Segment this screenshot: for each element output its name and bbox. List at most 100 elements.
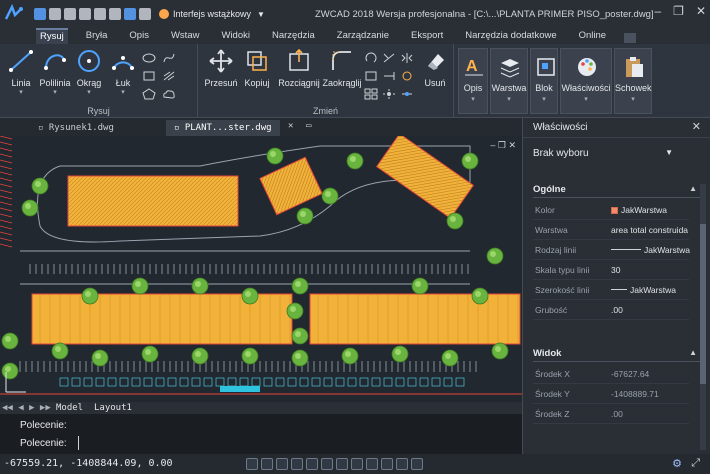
tab-rysunek1[interactable]: ▫ Rysunek1.dwg (30, 120, 122, 136)
revision-cloud-icon[interactable] (162, 88, 176, 100)
snap-toggle-icon[interactable] (246, 458, 258, 470)
close-icon[interactable]: ✕ (692, 120, 701, 133)
property-key: Szerokość linii (535, 285, 590, 295)
extend-icon[interactable] (382, 70, 396, 82)
chevron-down-icon: ▾ (507, 96, 511, 103)
transparency-toggle-icon[interactable] (366, 458, 378, 470)
trim-icon[interactable] (382, 52, 396, 64)
annotation-panel-button[interactable]: A Opis ▾ (458, 48, 488, 114)
property-row-linetype-scale[interactable]: Skala typu linii 30 (533, 260, 689, 280)
workspace-label: Interfejs wstążkowy (173, 9, 252, 19)
tree-highlight (295, 281, 301, 287)
tab-model[interactable]: Model (56, 402, 83, 414)
tree-highlight (325, 191, 331, 197)
tab-bryla[interactable]: Bryła (82, 28, 112, 44)
line-button[interactable]: Linia ▾ (4, 48, 38, 96)
otrack-toggle-icon[interactable] (321, 458, 333, 470)
polygon-icon[interactable] (142, 88, 156, 100)
lineweight-toggle-icon[interactable] (351, 458, 363, 470)
block-panel-button[interactable]: Blok ▾ (530, 48, 558, 114)
workspace-selector[interactable]: Interfejs wstążkowy ▼ (159, 9, 265, 19)
array-icon[interactable] (364, 88, 378, 100)
tree-highlight (245, 351, 251, 357)
tab-planta[interactable]: ▫ PLANT...ster.dwg (166, 120, 280, 136)
mirror-icon[interactable] (400, 52, 414, 64)
join-icon[interactable] (400, 88, 414, 100)
property-key: Warstwa (535, 225, 568, 235)
selection-cycling-icon[interactable] (381, 458, 393, 470)
scrollbar-thumb[interactable] (700, 224, 706, 384)
clipboard-label: Schowek (615, 83, 652, 93)
arc-button[interactable]: Łuk ▾ (106, 48, 140, 96)
property-row-color[interactable]: Kolor JakWarstwa (533, 200, 689, 220)
erase-button[interactable]: Usuń (418, 48, 452, 88)
layout-navigation[interactable]: ◀◀ ◀ ▶ ▶▶ (2, 402, 51, 414)
minimize-button[interactable]: – (654, 4, 661, 18)
drawing-canvas[interactable]: – ❐ ✕ (0, 136, 522, 402)
stretch-button[interactable]: Rozciągnij (278, 48, 320, 88)
undo-icon[interactable] (124, 8, 136, 20)
tab-eksport[interactable]: Eksport (407, 28, 447, 44)
property-row-thickness[interactable]: Grubość .00 (533, 300, 689, 320)
property-row-lineweight[interactable]: Szerokość linii JakWarstwa (533, 280, 689, 300)
fillet-button[interactable]: Zaokrąglij (322, 48, 362, 88)
grid-toggle-icon[interactable] (261, 458, 273, 470)
circle-button[interactable]: Okrąg ▾ (72, 48, 106, 96)
property-row-center-x[interactable]: Środek X -67627.64 (533, 364, 689, 384)
general-section-header[interactable]: Ogólne ▲ (533, 184, 703, 198)
offset-icon[interactable] (400, 70, 414, 82)
hatch-icon[interactable] (162, 70, 176, 82)
tab-online[interactable]: Online (575, 28, 610, 44)
property-row-center-z[interactable]: Środek Z .00 (533, 404, 689, 424)
spline-icon[interactable] (162, 52, 176, 64)
save-icon[interactable] (64, 8, 76, 20)
ortho-toggle-icon[interactable] (276, 458, 288, 470)
ribbon-toggle-button[interactable] (624, 32, 637, 43)
tab-layout1[interactable]: Layout1 (94, 402, 132, 414)
bottom-detail (131, 377, 141, 387)
tab-opis[interactable]: Opis (125, 28, 153, 44)
property-row-linetype[interactable]: Rodzaj linii JakWarstwa (533, 240, 690, 260)
properties-panel-button[interactable]: Właściwości ▾ (560, 48, 612, 114)
app-logo-icon[interactable] (0, 0, 28, 28)
scale-icon[interactable] (364, 70, 378, 82)
tab-wstaw[interactable]: Wstaw (167, 28, 204, 44)
viewport-controls[interactable]: – ❐ ✕ (490, 140, 516, 151)
save-as-icon[interactable] (79, 8, 91, 20)
rectangle-icon[interactable] (142, 70, 156, 82)
polyline-button[interactable]: Polilinia ▾ (38, 48, 72, 96)
tab-zarzadzanie[interactable]: Zarządzanie (333, 28, 393, 44)
new-tab-button[interactable]: ▭ (298, 118, 319, 134)
tab-rysuj[interactable]: Rysuj (36, 28, 68, 44)
model-space-icon[interactable] (411, 458, 423, 470)
osnap-toggle-icon[interactable] (306, 458, 318, 470)
plot-icon[interactable] (109, 8, 121, 20)
layer-panel-button[interactable]: Warstwa ▾ (490, 48, 528, 114)
fullscreen-icon[interactable]: ⤢ (691, 457, 700, 470)
selection-dropdown[interactable]: Brak wyboru ▼ (533, 148, 673, 162)
explode-icon[interactable] (382, 88, 396, 100)
tab-narzedzia-dodatkowe[interactable]: Narzędzia dodatkowe (461, 28, 560, 44)
command-input[interactable] (78, 436, 508, 450)
view-section-header[interactable]: Widok ▲ (533, 348, 703, 362)
new-file-icon[interactable] (34, 8, 46, 20)
property-row-layer[interactable]: Warstwa area total construida (533, 220, 689, 240)
close-button[interactable]: ✕ (696, 4, 706, 18)
properties-scrollbar[interactable] (700, 184, 706, 450)
move-button[interactable]: Przesuń (204, 48, 238, 88)
gear-icon[interactable]: ⚙ (672, 457, 682, 470)
redo-icon[interactable] (139, 8, 151, 20)
property-row-center-y[interactable]: Środek Y -1408889.71 (533, 384, 689, 404)
copy-button[interactable]: Kopiuj (240, 48, 274, 88)
menu-icon[interactable] (396, 458, 408, 470)
rotate-icon[interactable] (364, 52, 378, 64)
dynamic-input-icon[interactable] (336, 458, 348, 470)
polar-toggle-icon[interactable] (291, 458, 303, 470)
tab-widoki[interactable]: Widoki (217, 28, 254, 44)
ellipse-icon[interactable] (142, 52, 156, 64)
clipboard-panel-button[interactable]: Schowek ▾ (614, 48, 652, 114)
open-file-icon[interactable] (49, 8, 61, 20)
tab-narzedzia[interactable]: Narzędzia (268, 28, 319, 44)
restore-button[interactable]: ❐ (673, 4, 684, 18)
print-icon[interactable] (94, 8, 106, 20)
